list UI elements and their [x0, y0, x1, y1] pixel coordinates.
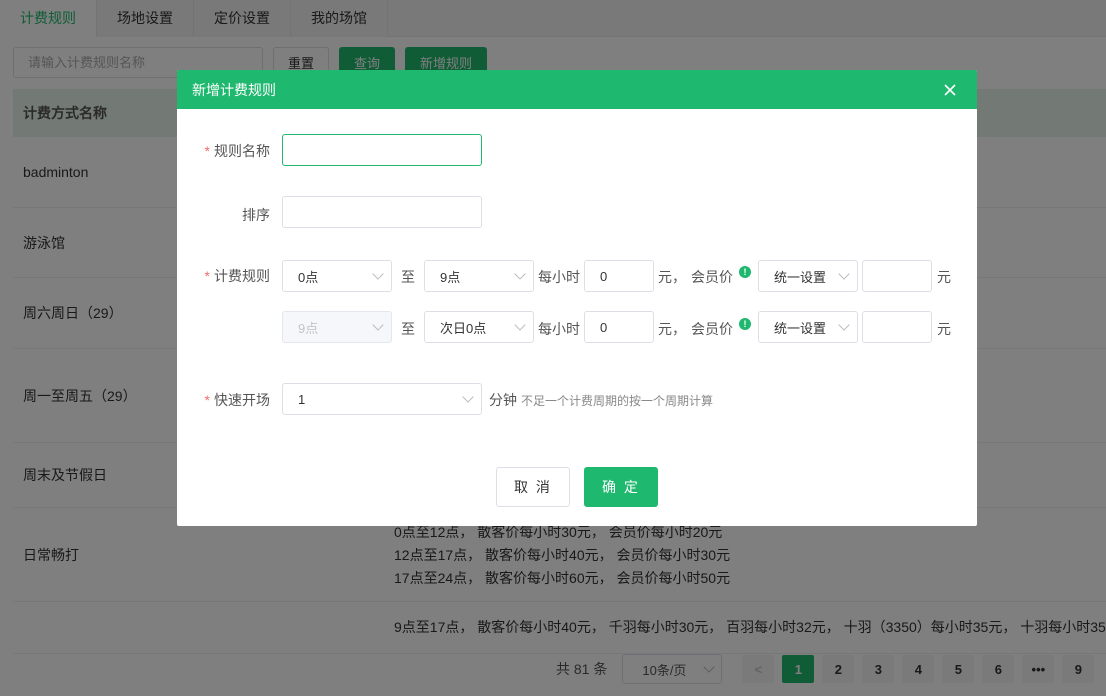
start-time-select: 9点	[282, 311, 392, 343]
dialog-header: 新增计费规则	[177, 70, 977, 109]
to-label: 至	[401, 321, 415, 337]
yuan-label: 元	[937, 269, 951, 285]
member-price-mode-select[interactable]: 统一设置	[758, 260, 858, 292]
required-mark: *	[204, 392, 210, 408]
price-input[interactable]	[584, 260, 654, 292]
rule-name-label-text: 规则名称	[214, 143, 270, 159]
end-time-value: 9点	[440, 269, 461, 285]
required-mark: *	[204, 268, 210, 284]
sort-label: 排序	[242, 205, 270, 225]
close-icon[interactable]	[943, 83, 957, 97]
minute-label: 分钟	[489, 392, 517, 408]
start-time-select[interactable]: 0点	[282, 260, 392, 292]
billing-rule-label: * 计费规则	[205, 266, 270, 286]
member-price-mode-select[interactable]: 统一设置	[758, 311, 858, 343]
per-hour-label: 每小时	[538, 321, 580, 337]
rule-name-input[interactable]	[282, 134, 482, 166]
add-billing-rule-dialog: 新增计费规则 *规则名称 排序 *计费规则 0点 至 9点 每小时 元， 会员价…	[177, 70, 977, 526]
member-price-label: 会员价	[691, 269, 733, 285]
chevron-down-icon	[462, 391, 474, 403]
rule-name-label: * 规则名称	[205, 141, 270, 161]
member-price-input[interactable]	[862, 311, 932, 343]
end-time-value: 次日0点	[440, 320, 487, 336]
billing-rule-label-text: 计费规则	[214, 268, 270, 284]
required-mark: *	[204, 143, 210, 159]
per-hour-label: 每小时	[538, 269, 580, 285]
chevron-down-icon	[838, 268, 850, 280]
yuan-label: 元	[937, 321, 951, 337]
yuan-comma-label: 元，	[658, 321, 686, 337]
start-time-value: 9点	[298, 320, 319, 336]
sort-label-text: 排序	[242, 207, 270, 223]
dialog-title: 新增计费规则	[192, 81, 276, 98]
start-time-value: 0点	[298, 269, 319, 285]
member-price-mode-value: 统一设置	[774, 320, 827, 336]
quick-start-select[interactable]: 1	[282, 383, 482, 415]
end-time-select[interactable]: 次日0点	[424, 311, 534, 343]
chevron-down-icon	[372, 268, 384, 280]
quick-start-label-text: 快速开场	[214, 392, 270, 408]
member-price-input[interactable]	[862, 260, 932, 292]
yuan-comma-label: 元，	[658, 269, 686, 285]
confirm-button[interactable]: 确 定	[584, 467, 658, 507]
info-icon[interactable]: !	[739, 318, 751, 330]
end-time-select[interactable]: 9点	[424, 260, 534, 292]
chevron-down-icon	[514, 268, 526, 280]
quick-start-value: 1	[298, 391, 306, 407]
sort-input[interactable]	[282, 196, 482, 228]
quick-start-label: * 快速开场	[205, 390, 270, 410]
info-icon[interactable]: !	[739, 266, 751, 278]
to-label: 至	[401, 269, 415, 285]
member-price-label: 会员价	[691, 321, 733, 337]
cancel-button[interactable]: 取 消	[496, 467, 570, 507]
chevron-down-icon	[838, 319, 850, 331]
price-input[interactable]	[584, 311, 654, 343]
chevron-down-icon	[514, 319, 526, 331]
quick-start-hint: 不足一个计费周期的按一个周期计算	[521, 394, 714, 408]
chevron-down-icon	[372, 319, 384, 331]
member-price-mode-value: 统一设置	[774, 269, 827, 285]
